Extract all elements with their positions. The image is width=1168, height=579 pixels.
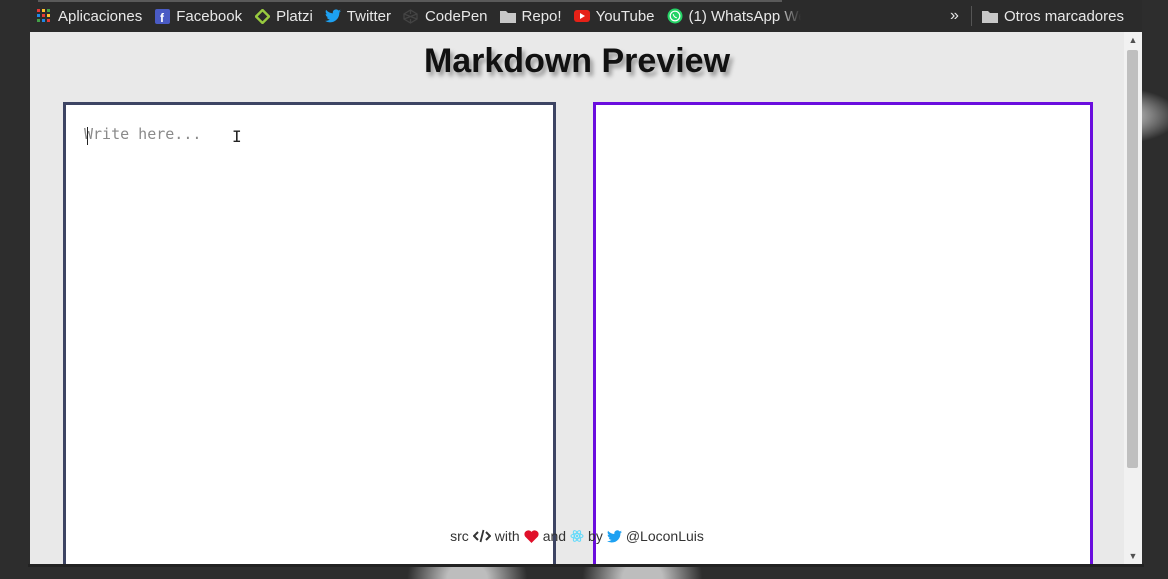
folder-icon: [981, 8, 998, 24]
tab-strip-edge: [38, 0, 782, 2]
platzi-icon: [254, 8, 270, 24]
facebook-icon: f: [154, 8, 170, 24]
bookmark-whatsapp[interactable]: (1) WhatsApp Web: [661, 8, 807, 25]
text-caret: [87, 127, 88, 145]
vertical-scrollbar[interactable]: ▲ ▼: [1124, 32, 1142, 564]
bookmark-label: CodePen: [424, 7, 488, 25]
markdown-preview: [593, 102, 1093, 564]
footer-with-text: with: [494, 528, 520, 544]
text-cursor-icon: I: [232, 127, 242, 146]
footer-and-text: and: [542, 528, 567, 544]
page-title: Markdown Preview: [423, 42, 731, 80]
bookmark-youtube[interactable]: YouTube: [568, 8, 661, 25]
more-bookmarks-button[interactable]: »: [942, 7, 967, 25]
bookmark-label: (1) WhatsApp Web: [688, 7, 801, 25]
bookmark-apps[interactable]: Aplicaciones: [30, 8, 148, 25]
apps-grid-icon: [36, 8, 52, 24]
bookmark-codepen[interactable]: CodePen: [397, 8, 494, 25]
bookmarks-divider: [970, 6, 972, 26]
footer-src-text: src: [450, 528, 469, 544]
react-icon: [570, 529, 584, 543]
bookmark-other[interactable]: Otros marcadores: [976, 8, 1142, 25]
footer-by-text: by: [588, 528, 603, 544]
bookmark-facebook[interactable]: f Facebook: [148, 8, 248, 25]
code-icon: [472, 529, 491, 543]
codepen-icon: [403, 8, 419, 24]
twitter-icon: [324, 8, 341, 24]
bookmark-label: Repo!: [521, 7, 562, 25]
bookmark-label: Aplicaciones: [58, 7, 143, 25]
bookmark-label: Platzi: [276, 7, 313, 25]
bookmark-repo[interactable]: Repo!: [494, 8, 568, 25]
bookmark-label: YouTube: [595, 7, 655, 25]
bookmark-platzi[interactable]: Platzi: [248, 8, 319, 25]
bookmark-twitter[interactable]: Twitter: [319, 8, 397, 25]
youtube-icon: [573, 8, 590, 24]
heart-icon: [524, 529, 539, 543]
markdown-editor[interactable]: I: [63, 102, 556, 564]
window-bottom-edge: [28, 564, 1144, 567]
footer: src with and by @LoconLuis: [30, 528, 1124, 544]
whatsapp-icon: [667, 8, 683, 24]
bookmark-label: Facebook: [176, 7, 243, 25]
page-viewport: Markdown Preview I src with and by @Loco…: [30, 32, 1124, 564]
scroll-thumb[interactable]: [1127, 50, 1138, 468]
bookmark-label: Twitter: [346, 7, 391, 25]
twitter-icon: [606, 529, 622, 543]
author-twitter-link[interactable]: @LoconLuis: [626, 528, 704, 544]
bookmarks-bar: Aplicaciones f Facebook Platzi Twitter C…: [30, 0, 1142, 33]
folder-icon: [499, 8, 516, 24]
scroll-up-arrow-icon[interactable]: ▲: [1124, 32, 1142, 48]
scroll-down-arrow-icon[interactable]: ▼: [1124, 548, 1142, 564]
bookmark-label: Otros marcadores: [1003, 7, 1124, 25]
editor-textarea[interactable]: [66, 105, 553, 564]
